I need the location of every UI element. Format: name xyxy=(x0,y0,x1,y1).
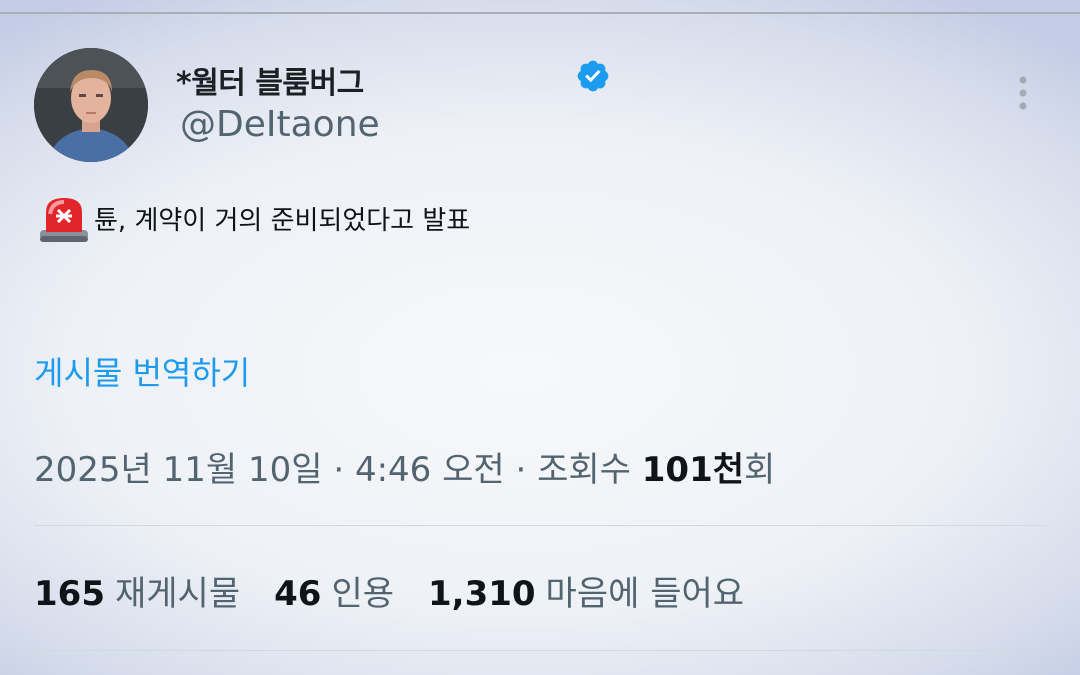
avatar-photo xyxy=(34,48,148,162)
meta-separator: · xyxy=(322,450,355,490)
siren-icon xyxy=(40,198,88,242)
reposts-label: 재게시물 xyxy=(114,574,241,614)
stats-divider-top xyxy=(34,525,1046,526)
post-metadata: 2025년 11월 10일 · 4:46 오전 · 조회수 101천회 xyxy=(34,442,775,491)
meta-separator: · xyxy=(504,450,538,490)
post-date[interactable]: 2025년 11월 10일 xyxy=(34,450,323,490)
engagement-stats: 165 재게시물 46 인용 1,310 마음에 들어요 xyxy=(34,566,778,615)
verified-badge-icon xyxy=(577,60,609,92)
more-options-icon[interactable] xyxy=(1008,74,1038,114)
likes-count: 1,310 xyxy=(428,574,536,614)
post-text: 튠, 계약이 거의 준비되었다고 발표 xyxy=(94,206,471,236)
author-display-name[interactable]: *월터 블룸버그 xyxy=(176,58,364,102)
quotes-count: 46 xyxy=(274,574,322,614)
reposts-stat[interactable]: 165 재게시물 xyxy=(34,574,240,614)
top-divider xyxy=(0,12,1080,14)
quotes-label: 인용 xyxy=(331,574,394,614)
stats-divider-bottom xyxy=(34,650,1046,651)
quotes-stat[interactable]: 46 인용 xyxy=(274,574,394,614)
reposts-count: 165 xyxy=(34,574,105,614)
views-count: 101천 xyxy=(641,450,745,490)
translate-post-link[interactable]: 게시물 번역하기 xyxy=(34,348,250,394)
avatar[interactable] xyxy=(34,48,148,162)
author-handle[interactable]: @DeItaone xyxy=(180,104,380,145)
likes-label: 마음에 들어요 xyxy=(545,574,745,614)
views-label: 조회수 xyxy=(537,450,642,490)
post-time[interactable]: 4:46 오전 xyxy=(355,450,505,490)
likes-stat[interactable]: 1,310 마음에 들어요 xyxy=(428,574,744,614)
views-suffix: 회 xyxy=(744,450,776,490)
